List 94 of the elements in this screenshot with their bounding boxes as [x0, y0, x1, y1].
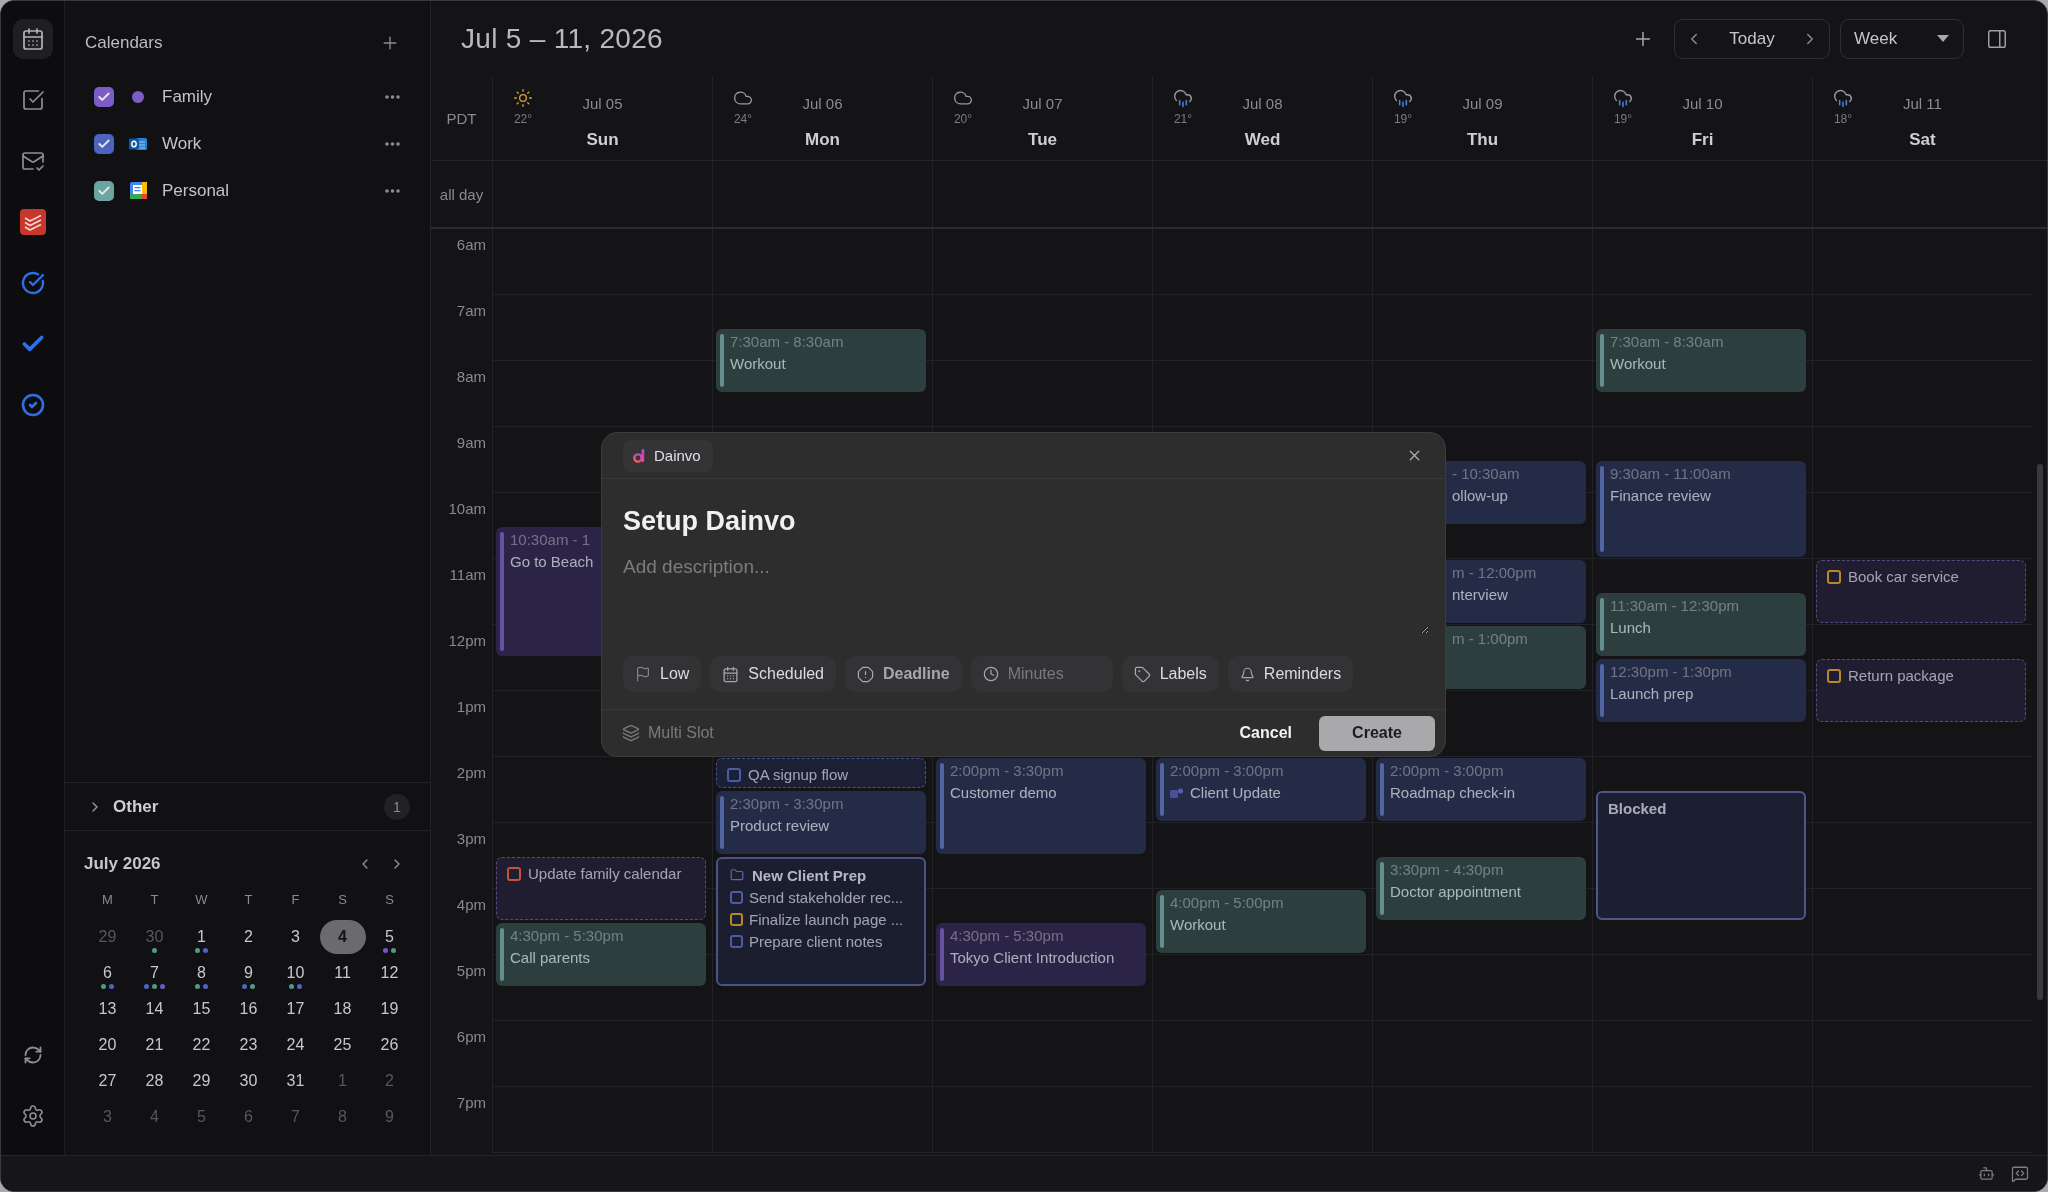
hour-label: 4pm — [455, 895, 487, 915]
event-title: Product review — [730, 816, 830, 836]
hour-label: 7pm — [455, 1093, 487, 1113]
event-title: Customer demo — [950, 783, 1057, 803]
event-time: 4:00pm - 5:00pm — [1170, 893, 1284, 913]
event-time: 3:30pm - 4:30pm — [1390, 860, 1504, 880]
event-time: 9:30am - 11:00am — [1610, 464, 1731, 484]
group-title: New Client Prep — [752, 866, 867, 884]
task-title: Return package — [1848, 666, 1954, 686]
temperature: 19° — [1613, 112, 1633, 126]
calendars-heading: Calendars — [85, 32, 163, 54]
calendar-name: Work — [162, 133, 203, 154]
temperature: 21° — [1173, 112, 1193, 126]
weekday-label: S — [338, 891, 347, 909]
event-time: 2:00pm - 3:00pm — [1390, 761, 1504, 781]
weekday-label: T — [244, 891, 253, 909]
hour-label: 11am — [448, 565, 487, 585]
hour-label: 6pm — [455, 1027, 487, 1047]
date-range-title: Jul 5 – 11, 2026 — [461, 22, 663, 55]
hour-label: 2pm — [455, 763, 487, 783]
weekday-label: W — [195, 891, 208, 909]
event-time: 7:30am - 8:30am — [730, 332, 844, 352]
day-name: Sat — [1909, 130, 1936, 150]
event-time: m - 12:00pm — [1452, 563, 1537, 583]
temperature: 19° — [1393, 112, 1413, 126]
event-title: Launch prep — [1610, 684, 1694, 704]
event-time: 4:30pm - 5:30pm — [950, 926, 1064, 946]
hour-label: 1pm — [455, 697, 487, 717]
event-time: 10:30am - 1 — [510, 530, 591, 550]
event-time: 11:30am - 12:30pm — [1610, 596, 1739, 616]
task-title: Finalize launch page ... — [749, 910, 904, 928]
hour-label: 10am — [447, 499, 487, 519]
event-title: ollow-up — [1452, 486, 1508, 506]
day-name: Fri — [1691, 130, 1714, 150]
count-badge: 1 — [384, 793, 410, 820]
temperature: 20° — [953, 112, 973, 126]
day-date: Jul 10 — [1682, 94, 1723, 114]
event-time: - 10:30am — [1452, 464, 1520, 484]
event-time: 2:30pm - 3:30pm — [730, 794, 844, 814]
task-title: QA signup flow — [748, 765, 849, 785]
event-title: Workout — [1170, 915, 1226, 935]
task-title: Book car service — [1848, 567, 1959, 587]
day-name: Sun — [586, 130, 619, 150]
calendar-name: Personal — [162, 180, 231, 201]
hour-label: 12pm — [447, 631, 487, 651]
event-title: Go to Beach — [510, 552, 594, 572]
day-name: Tue — [1028, 130, 1057, 150]
hour-label: 7am — [455, 301, 487, 321]
day-date: Jul 08 — [1242, 94, 1283, 114]
day-date: Jul 06 — [802, 94, 843, 114]
temperature: 18° — [1833, 112, 1853, 126]
event-title: nterview — [1452, 585, 1508, 605]
event-title: Lunch — [1610, 618, 1651, 638]
hour-label: 6am — [455, 235, 487, 255]
event-time: 12:30pm - 1:30pm — [1610, 662, 1732, 682]
day-date: Jul 07 — [1022, 94, 1063, 114]
calendar-name: Family — [162, 86, 214, 107]
weekday-label: F — [291, 891, 300, 909]
event-time: 7:30am - 8:30am — [1610, 332, 1724, 352]
hour-label: 8am — [455, 367, 487, 387]
weekday-label: S — [385, 891, 394, 909]
hour-label: 3pm — [455, 829, 487, 849]
event-title: Roadmap check-in — [1390, 783, 1516, 803]
hour-label: 9am — [455, 433, 487, 453]
task-title: Prepare client notes — [749, 932, 883, 950]
event-title: Client Update — [1190, 783, 1281, 803]
day-date: Jul 11 — [1903, 94, 1942, 114]
task-title: Send stakeholder rec... — [749, 888, 904, 906]
event-time: m - 1:00pm — [1452, 629, 1528, 649]
event-title: Doctor appointment — [1390, 882, 1521, 902]
task-title: Update family calendar — [528, 864, 682, 884]
event-title: Finance review — [1610, 486, 1711, 506]
weekday-label: T — [150, 891, 159, 909]
day-name: Wed — [1244, 130, 1281, 150]
timezone-label: PDT — [446, 109, 477, 127]
hour-label: 5pm — [455, 961, 487, 981]
temperature: 22° — [513, 112, 533, 126]
event-title: Workout — [730, 354, 786, 374]
event-title: Call parents — [510, 948, 591, 968]
month-title: July 2026 — [84, 854, 161, 874]
all-day-label: all day — [439, 185, 484, 203]
day-date: Jul 05 — [582, 94, 623, 114]
event-time: 4:30pm - 5:30pm — [510, 926, 624, 946]
event-title: Tokyo Client Introduction — [950, 948, 1115, 968]
day-name: Thu — [1466, 130, 1499, 150]
event-time: 2:00pm - 3:30pm — [950, 761, 1064, 781]
event-time: 2:00pm - 3:00pm — [1170, 761, 1284, 781]
event-title: Workout — [1610, 354, 1666, 374]
blocked-title: Blocked — [1608, 799, 1667, 819]
temperature: 24° — [733, 112, 753, 126]
task-title: Setup Dainvo — [623, 505, 796, 538]
day-name: Mon — [805, 130, 840, 150]
weekday-label: M — [102, 891, 113, 909]
day-date: Jul 09 — [1462, 94, 1503, 114]
